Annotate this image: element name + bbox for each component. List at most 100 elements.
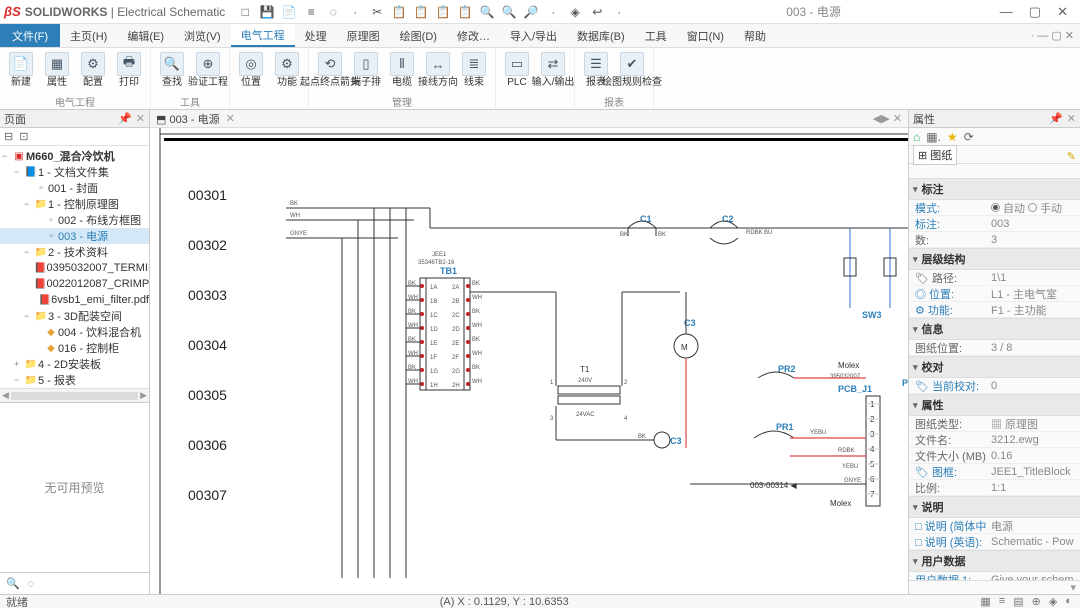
window-minimize[interactable]: — [1000,4,1013,20]
ribbon-button[interactable]: ⚙配置 [76,50,110,93]
grid-icon[interactable]: ▦. [926,130,941,144]
menu-tab[interactable]: 处理 [295,24,337,47]
tree-item[interactable]: −📘1 - 文档文件集 [0,164,149,180]
qat-button[interactable]: 📋 [391,4,407,20]
menu-tab[interactable]: 工具 [635,24,677,47]
edit-icon[interactable]: ✎ [1067,150,1076,163]
status-icon[interactable]: ◈ [1049,595,1057,608]
tree-item[interactable]: ◆016 - 控制柜 [0,340,149,356]
prop-row[interactable]: 文件大小 (MB):0.16 [909,448,1080,464]
qat-button[interactable]: 📄 [281,4,297,20]
find-icon[interactable]: 🔍 [6,577,20,590]
status-icon[interactable]: ▦ [980,595,990,608]
ribbon-button[interactable]: ▭PLC [500,50,534,108]
qat-button[interactable]: ◌ [325,4,341,20]
schematic-canvas[interactable]: 00301003020030300304003050030600307 BK W… [150,128,908,594]
qat-button[interactable]: 📋 [457,4,473,20]
menu-tab[interactable]: 修改… [447,24,500,47]
tree-item[interactable]: ▫002 - 布线方框图 [0,212,149,228]
tab-close-icon[interactable]: ✕ [226,112,235,125]
menu-tab[interactable]: 主页(H) [60,24,117,47]
qat-button[interactable]: 🔍 [479,4,495,20]
qat-button[interactable]: 🔍 [501,4,517,20]
ribbon-button[interactable]: ⊕验证工程 [191,50,225,93]
ribbon-button[interactable]: ◎位置 [234,50,268,108]
qat-button[interactable]: ↩ [589,4,605,20]
ribbon-button[interactable]: 📄新建 [4,50,38,93]
tree-expand-icon[interactable]: ⊟ [4,130,13,143]
ribbon-button[interactable]: ▯端子排 [349,50,383,93]
qat-button[interactable]: ≡ [303,4,319,20]
window-close[interactable]: ✕ [1057,4,1068,20]
ribbon-button[interactable]: ⟲起点终点箭头 [313,50,347,93]
qat-button[interactable]: 📋 [413,4,429,20]
window-maximize[interactable]: ▢ [1029,4,1041,20]
prop-row[interactable]: 用户数据 1:Give your schem [909,572,1080,580]
ribbon-button[interactable]: 🖶打印 [112,50,146,93]
status-icon[interactable]: ◐ [1065,595,1072,608]
ribbon-button[interactable]: ≣线束 [457,50,491,93]
tree-item[interactable]: +📁4 - 2D安装板 [0,356,149,372]
prop-section-header[interactable]: 标注 [909,178,1080,200]
tree-scrollbar[interactable]: ◀▶ [0,388,149,402]
panel-pin-icon[interactable]: 📌 [118,112,132,125]
prop-row[interactable]: ◎ 位置:L1 - 主电气室 [909,286,1080,302]
prop-section-header[interactable]: 属性 [909,394,1080,416]
qat-button[interactable]: 🔎 [523,4,539,20]
properties-grid[interactable]: 标注模式:自动 手动 标注:003数:3层级结构🏷 路径:1\1◎ 位置:L1 … [909,178,1080,580]
home-icon[interactable]: ⌂ [913,130,920,144]
tree-item[interactable]: ◆004 - 饮料混合机 [0,324,149,340]
document-tree[interactable]: −▣ M660_混合冷饮机 −📘1 - 文档文件集▫001 - 封面−📁1 - … [0,146,149,388]
ribbon-button[interactable]: ⇄输入/输出 [536,50,570,108]
ribbon-button[interactable]: ⫴电缆 [385,50,419,93]
status-icon[interactable]: ▤ [1013,595,1023,608]
prop-row[interactable]: 模式:自动 手动 [909,200,1080,216]
star-icon[interactable]: ★ [947,130,958,144]
nav-prev-icon[interactable]: ◀▶ ✕ [873,112,902,125]
filter-icon[interactable]: ◌ [28,578,35,590]
prop-section-header[interactable]: 用户数据 [909,550,1080,572]
menu-tab[interactable]: 编辑(E) [117,24,174,47]
ribbon-button[interactable]: 🔍查找 [155,50,189,93]
tree-item[interactable]: −📁5 - 报表 [0,372,149,388]
ribbon-button[interactable]: ▦属性 [40,50,74,93]
menu-tab[interactable]: 绘图(D) [390,24,447,47]
prop-row[interactable]: ⚙ 功能:F1 - 主功能 [909,302,1080,318]
prop-row[interactable]: □ 说明 (英语):Schematic - Pow [909,534,1080,550]
qat-button[interactable]: ◈ [567,4,583,20]
ribbon-button[interactable]: ✔绘图规则检查 [615,50,649,93]
menu-tab[interactable]: 窗口(N) [677,24,734,47]
tree-item[interactable]: −📁1 - 控制原理图 [0,196,149,212]
menu-tab[interactable]: 帮助 [734,24,776,47]
qat-button[interactable]: · [545,4,561,20]
prop-row[interactable]: 文件名:3212.ewg [909,432,1080,448]
qat-button[interactable]: ✂ [369,4,385,20]
menu-tab[interactable]: 导入/导出 [500,24,567,47]
panel-pin-icon[interactable]: 📌 [1049,112,1063,125]
prop-row[interactable]: □ 说明 (简体中文电源 [909,518,1080,534]
tree-item[interactable]: −📁2 - 技术资料 [0,244,149,260]
prop-row[interactable]: 图纸类型:▦ 原理图 [909,416,1080,432]
prop-row[interactable]: 🏷 路径:1\1 [909,270,1080,286]
qat-button[interactable]: · [611,4,627,20]
tree-item[interactable]: −📁3 - 3D配装空间 [0,308,149,324]
prop-section-header[interactable]: 校对 [909,356,1080,378]
ribbon-button[interactable]: ⚙功能 [270,50,304,108]
properties-scroll-down[interactable]: ▾ [909,580,1080,594]
tree-root[interactable]: M660_混合冷饮机 [26,148,115,164]
refresh-icon[interactable]: ⟳ [964,130,974,144]
status-icon[interactable]: ⊕ [1032,595,1041,608]
file-menu[interactable]: 文件(F) [0,24,60,47]
qat-button[interactable]: · [347,4,363,20]
prop-section-header[interactable]: 层级结构 [909,248,1080,270]
tab-drawing[interactable]: ⊞ 图纸 [913,145,957,165]
prop-row[interactable]: 标注:003 [909,216,1080,232]
qat-button[interactable]: 📋 [435,4,451,20]
tree-item[interactable]: 📕0022012087_CRIMP_H [0,276,149,292]
tree-item[interactable]: 📕0395032007_TERMINA [0,260,149,276]
menu-tab[interactable]: 数据库(B) [567,24,635,47]
tree-mode-icon[interactable]: ⊡ [19,130,28,143]
menu-tab[interactable]: 原理图 [337,24,390,47]
tree-item[interactable]: ▫001 - 封面 [0,180,149,196]
tree-item[interactable]: ▫003 - 电源 [0,228,149,244]
